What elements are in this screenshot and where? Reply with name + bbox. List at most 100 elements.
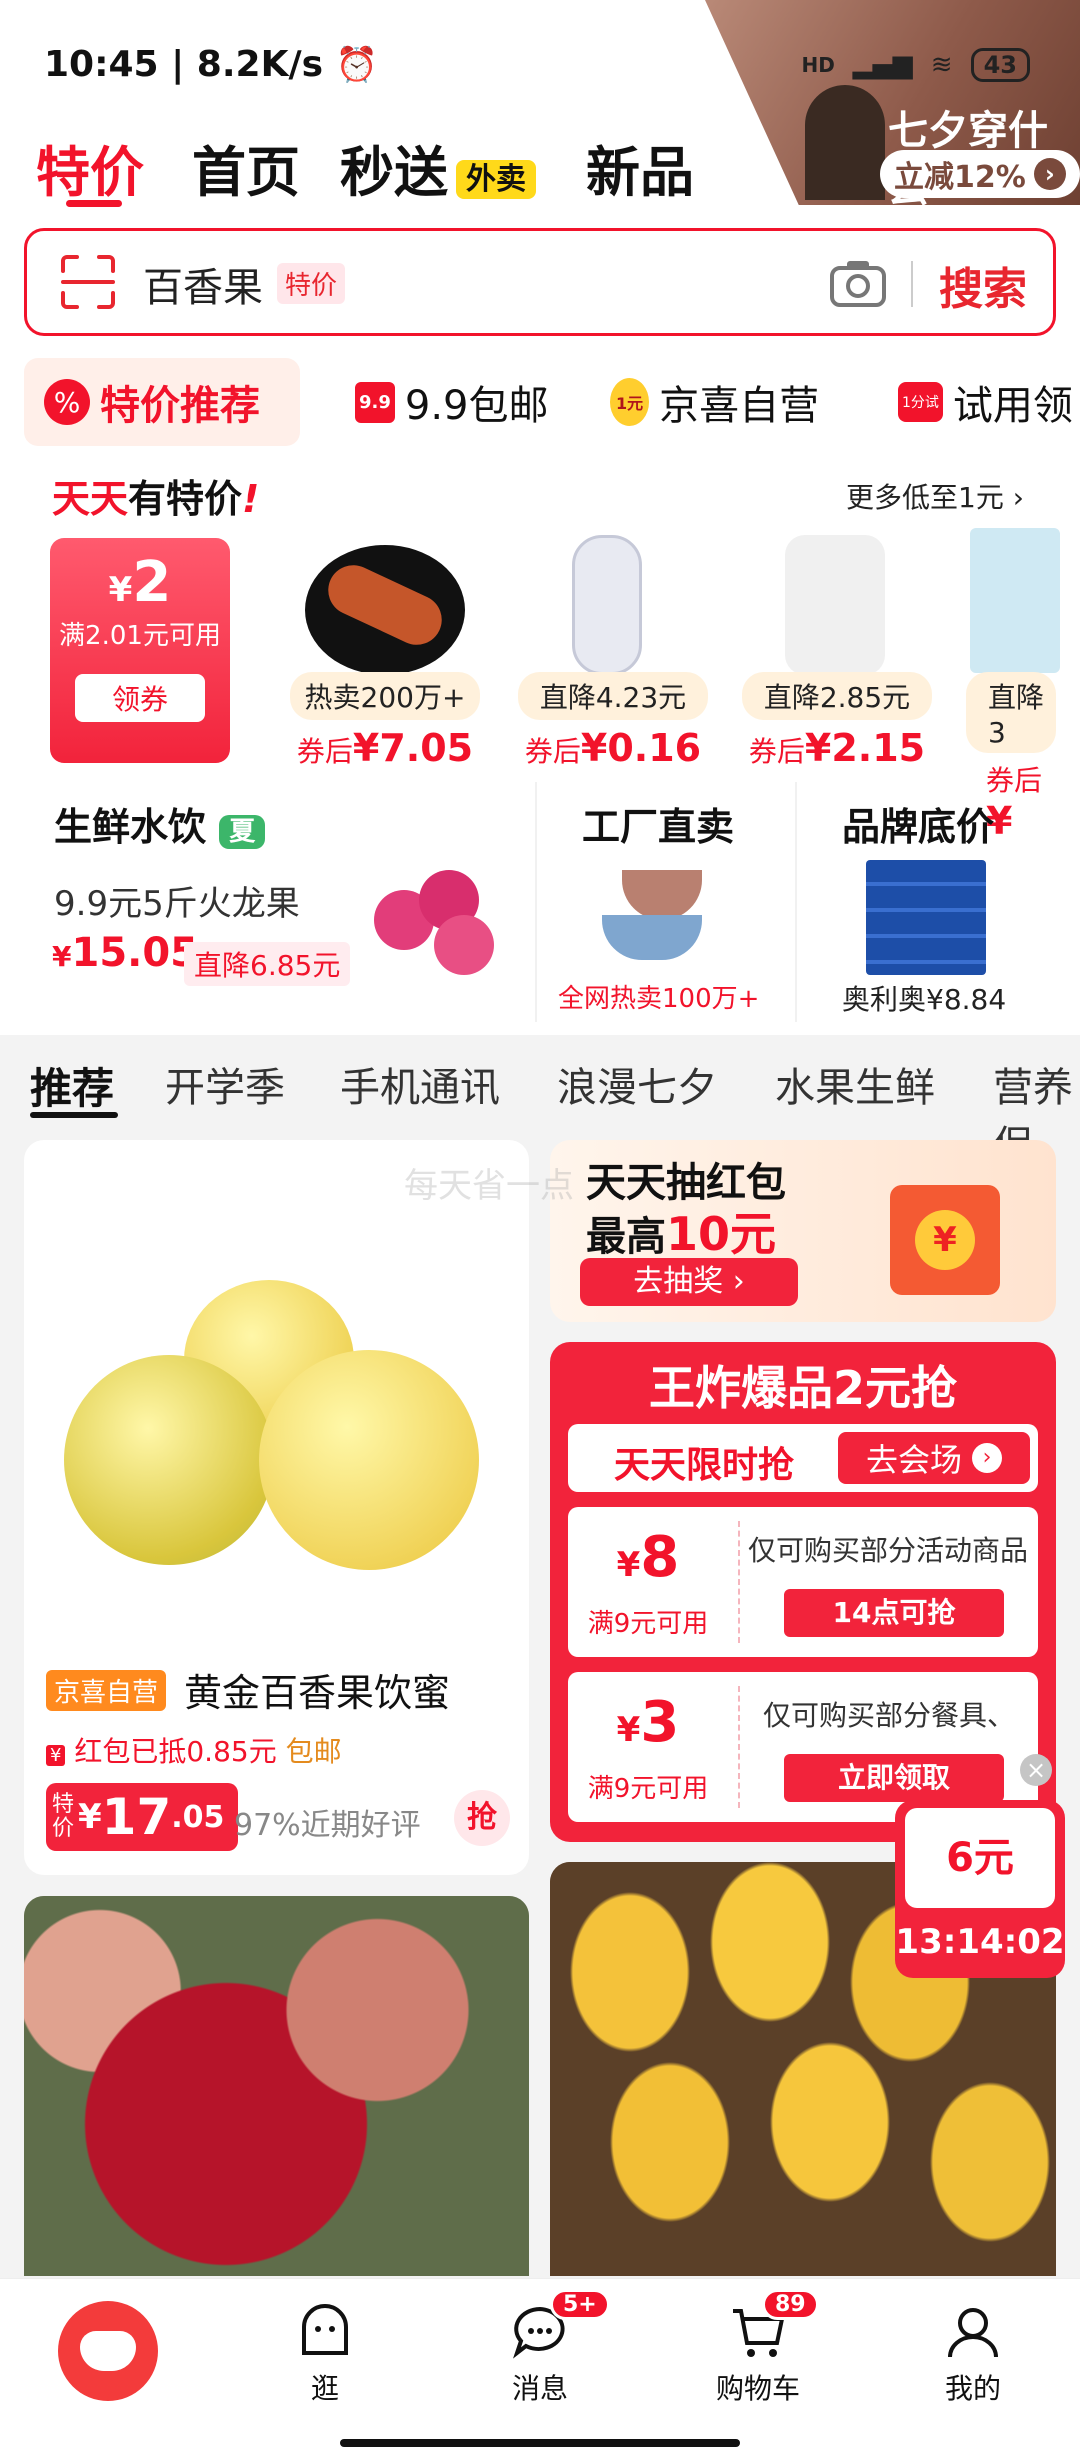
coupon-condition: 满2.01元可用 — [59, 621, 221, 651]
flash-coupon-1: ¥8 满9元可用 仅可购买部分活动商品 14点可抢 — [568, 1507, 1038, 1657]
red-envelope-icon: ¥ — [860, 1165, 1030, 1305]
subtab-qixi[interactable]: 浪漫七夕 — [557, 1055, 717, 1113]
tab-special[interactable]: 特价 — [36, 128, 144, 207]
pomegranate-image — [24, 1896, 529, 2276]
flash-coupon-1-amount: ¥8 — [616, 1525, 680, 1590]
chip-special-recommend[interactable]: % 特价推荐 — [24, 358, 300, 446]
rating: 97%近期好评 — [234, 1808, 421, 1843]
system-icons: HD ▂▄▆ ≋ 43 — [801, 48, 1030, 82]
flash-coupon-2-amount: ¥3 — [616, 1690, 680, 1755]
chip-jingxi-self[interactable]: 1元 京喜自营 — [610, 358, 819, 446]
tab-home[interactable]: 首页 — [192, 128, 300, 207]
flash-coupon-1-button[interactable]: 14点可抢 — [784, 1589, 1004, 1637]
messages-badge: 5+ — [550, 2289, 610, 2320]
tab-instant[interactable]: 秒送 外卖 — [340, 128, 536, 207]
brand-price-section[interactable]: 品牌底价 奥利奥¥8.84 — [800, 780, 1056, 1025]
flash-coupon-2-cond: 满9元可用 — [587, 1774, 709, 1804]
oreo-image — [866, 860, 986, 975]
status-time: 10:45 | 8.2K/s ⏰ — [44, 44, 378, 85]
search-tag: 特价 — [277, 263, 346, 304]
passion-fruit-image — [44, 1240, 504, 1670]
close-icon[interactable]: × — [1020, 1754, 1052, 1786]
search-divider — [911, 261, 913, 307]
product-card-pomegranate[interactable] — [24, 1896, 529, 2276]
card-divider — [535, 782, 537, 1022]
chip-9-9-free-shipping[interactable]: 9.9 9.9包邮 — [355, 358, 549, 446]
watermark-text: 每天省一点 — [404, 1166, 574, 1206]
bottom-nav: 逛 消息 5+ 购物车 89 我的 — [0, 2278, 1080, 2460]
sweet-potato-image — [305, 545, 465, 675]
fresh-drinks-section[interactable]: 生鲜水饮 夏 9.9元5斤火龙果 ¥15.05 直降6.85元 — [24, 780, 529, 1025]
camera-icon[interactable] — [827, 253, 889, 313]
subtab-school[interactable]: 开学季 — [165, 1055, 285, 1113]
daily-item-2[interactable]: 直降4.23元 券后¥0.16 — [518, 672, 708, 770]
draw-button[interactable]: 去抽奖 › — [580, 1258, 798, 1306]
tab-active-underline — [66, 200, 122, 207]
flash-coupon-2-button[interactable]: 立即领取 — [784, 1754, 1004, 1802]
flash-coupon-2-desc: 仅可购买部分餐具、 — [763, 1699, 1016, 1732]
subtab-underline — [30, 1112, 118, 1118]
coupon-dash-2 — [738, 1686, 740, 1808]
search-input[interactable]: 百香果 — [143, 255, 263, 313]
promo-model-image — [805, 85, 885, 200]
grab-button[interactable]: 抢 — [454, 1790, 510, 1846]
floating-coupon[interactable]: 6元 13:14:02 — [895, 1800, 1065, 1978]
arrow-right-circle-icon: › — [1033, 158, 1066, 190]
arrow-circle-icon: › — [972, 1443, 1002, 1473]
flash-coupon-1-cond: 满9元可用 — [587, 1609, 709, 1639]
promo-discount: 立减12% › — [880, 150, 1080, 198]
card-divider-2 — [795, 782, 797, 1022]
lottery-banner[interactable]: 天天抽红包 最高10元 去抽奖 › ¥ — [550, 1140, 1056, 1322]
search-button[interactable]: 搜索 — [939, 253, 1027, 317]
battery-icon: 43 — [970, 48, 1030, 82]
claim-coupon-button[interactable]: 领券 — [75, 674, 205, 722]
floating-timer: 13:14:02 — [895, 1922, 1065, 1962]
nav-browse[interactable]: 逛 — [270, 2301, 380, 2407]
scraper-tool-image — [785, 535, 885, 675]
product-price: 特价 ¥17.05 — [46, 1783, 239, 1851]
flash-subbar: 天天限时抢 去会场 › — [568, 1424, 1038, 1492]
brand-desc: 奥利奥¥8.84 — [842, 983, 1007, 1016]
subtab-phones[interactable]: 手机通讯 — [340, 1055, 500, 1113]
dragon-fruit-image — [364, 860, 514, 980]
lottery-line2: 最高10元 — [586, 1207, 777, 1261]
fresh-desc: 9.9元5斤火龙果 — [54, 884, 300, 924]
daily-item-1[interactable]: 热卖200万+ 券后¥7.05 — [290, 672, 480, 770]
fresh-title: 生鲜水饮 夏 — [54, 796, 266, 851]
subtab-fruit[interactable]: 水果生鲜 — [775, 1055, 935, 1113]
product-name: 黄金百香果饮蜜 — [184, 1671, 451, 1715]
factory-direct-section[interactable]: 工厂直卖 全网热卖100万+ — [540, 780, 790, 1025]
search-bar[interactable]: 百香果 特价 搜索 — [24, 228, 1056, 336]
lotion-image — [970, 528, 1060, 673]
jd-mascot-icon[interactable] — [58, 2301, 158, 2401]
brand-title: 品牌底价 — [842, 805, 995, 849]
home-indicator — [340, 2439, 740, 2447]
nine-nine-badge-icon: 9.9 — [355, 381, 395, 423]
coupon-card[interactable]: ¥2 满2.01元可用 领券 — [50, 538, 230, 763]
fresh-price: ¥15.05 — [52, 930, 199, 976]
scan-icon[interactable] — [57, 251, 119, 313]
product-card-passion-fruit[interactable]: 京喜自营 黄金百香果饮蜜 ¥ 红包已抵0.85元 包邮 特价 ¥17.05 97… — [24, 1140, 529, 1875]
special-label: 特价 — [52, 1792, 75, 1841]
subtab-recommend[interactable]: 推荐 — [30, 1055, 114, 1116]
signal-icon: HD — [801, 53, 835, 77]
profile-icon — [948, 2308, 998, 2358]
daily-item-3[interactable]: 直降2.85元 券后¥2.15 — [742, 672, 932, 770]
coupon-amount: 2 — [132, 550, 172, 615]
waimai-badge: 外卖 — [456, 160, 536, 200]
tab-new[interactable]: 新品 — [586, 128, 694, 207]
flash-sale-card[interactable]: 王炸爆品2元抢 天天限时抢 去会场 › ¥8 满9元可用 仅可购买部分活动商品 … — [550, 1342, 1056, 1842]
nav-profile[interactable]: 我的 — [918, 2301, 1028, 2407]
more-low-price-link[interactable]: 更多低至1元 › — [846, 476, 1024, 516]
jingxi-tag: 京喜自营 — [46, 1670, 167, 1711]
usb-light-image — [572, 535, 642, 675]
coupon-dash — [738, 1521, 740, 1643]
floating-amount: 6元 — [905, 1808, 1055, 1908]
go-venue-button[interactable]: 去会场 › — [838, 1432, 1030, 1484]
trial-badge-icon: 1分试 — [898, 382, 943, 422]
factory-desc: 全网热卖100万+ — [558, 984, 760, 1014]
fresh-drop-badge: 直降6.85元 — [184, 942, 351, 986]
bowls-image — [602, 860, 722, 970]
redpack-line: ¥ 红包已抵0.85元 包邮 — [46, 1730, 342, 1770]
chip-trial[interactable]: 1分试 试用领 — [898, 358, 1073, 446]
